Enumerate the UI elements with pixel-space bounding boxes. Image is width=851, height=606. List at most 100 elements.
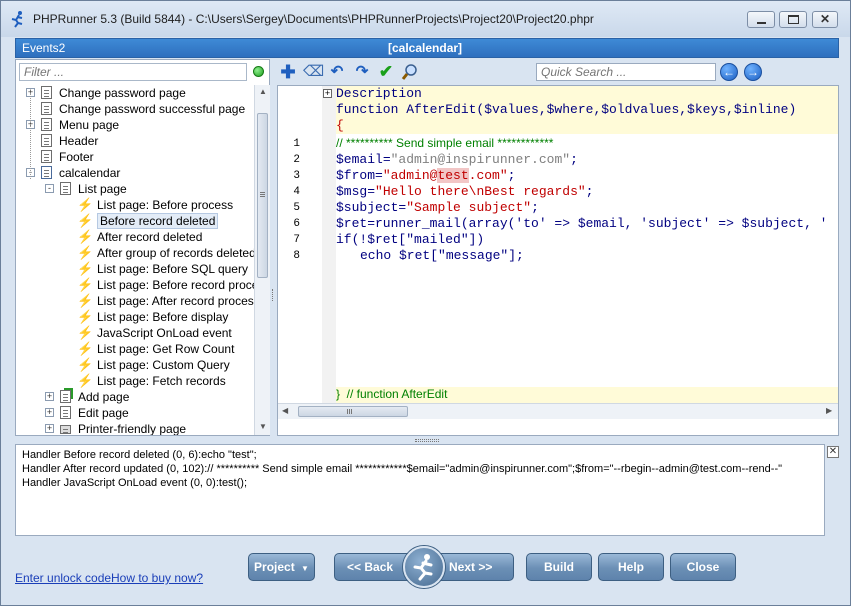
code-line-8: echo $ret["message"];	[360, 248, 524, 264]
scroll-left-icon[interactable]: ◀	[282, 406, 288, 415]
code-line-3: $from="admin@test.com";	[336, 168, 516, 183]
eraser-icon[interactable]: ⌫	[303, 63, 324, 81]
current-table-label: [calcalendar]	[388, 41, 463, 55]
search-next-icon[interactable]: →	[744, 63, 762, 81]
tree-item-label: After record deleted	[97, 230, 203, 244]
build-button[interactable]: Build	[526, 553, 592, 581]
code-string: "Sample subject"	[406, 200, 532, 215]
vertical-splitter[interactable]	[271, 59, 276, 436]
back-button[interactable]: << Back	[347, 554, 393, 580]
event-icon: ⚡	[77, 277, 94, 292]
open-brace-line: {	[336, 118, 344, 134]
output-log: Handler Before record deleted (0, 6):ech…	[15, 444, 825, 536]
page-icon	[41, 102, 52, 115]
tree-item-label: Change password successful page	[59, 102, 246, 116]
collapse-icon[interactable]: -	[45, 184, 54, 193]
add-page-icon	[60, 390, 71, 403]
run-icon[interactable]	[403, 546, 445, 588]
project-button[interactable]: Project ▼	[248, 553, 315, 581]
expand-description-icon[interactable]: +	[323, 89, 332, 98]
expand-icon[interactable]: +	[45, 392, 54, 401]
tree-item-label: JavaScript OnLoad event	[97, 326, 232, 340]
help-button[interactable]: Help	[598, 553, 664, 581]
event-icon: ⚡	[77, 197, 94, 212]
code-end: ;	[531, 200, 539, 215]
page-icon	[41, 150, 52, 163]
expand-icon[interactable]: +	[45, 424, 54, 433]
log-line: Handler After record updated (0, 102)://…	[22, 463, 783, 475]
tree-item-label: Add page	[78, 390, 130, 404]
maximize-button[interactable]	[779, 11, 807, 28]
filter-input[interactable]	[19, 63, 247, 81]
event-icon: ⚡	[77, 357, 94, 372]
table-icon	[41, 166, 52, 179]
find-icon[interactable]	[401, 63, 419, 81]
code-string: .com"	[468, 168, 508, 183]
redo-icon[interactable]: ↷	[353, 63, 371, 81]
scroll-right-icon[interactable]: ▶	[826, 406, 832, 415]
minimize-button[interactable]	[747, 11, 775, 28]
close-window-button[interactable]: ✕	[812, 11, 838, 28]
search-previous-icon[interactable]: ←	[720, 63, 738, 81]
code-text: $ret=runner_mail(array('to' => $email, '…	[336, 216, 828, 231]
tree-item-label: Before record deleted	[97, 213, 219, 229]
page-icon	[41, 134, 52, 147]
close-button[interactable]: Close	[670, 553, 736, 581]
editor-hscroll-thumb[interactable]	[298, 406, 408, 417]
phprunner-window: PHPRunner 5.3 (Build 5844) - C:\Users\Se…	[0, 0, 851, 606]
editor-toolbar: ✚ ⌫ ↶ ↷ ✔ ← →	[277, 59, 839, 85]
search-highlight: test	[437, 168, 469, 183]
project-button-label: Project	[254, 560, 295, 574]
quick-search-input[interactable]	[536, 63, 716, 81]
code-string: "admin@	[382, 168, 438, 183]
event-icon: ⚡	[77, 373, 94, 388]
next-button[interactable]: Next >>	[449, 554, 492, 580]
code-line-5: $subject="Sample subject";	[336, 200, 539, 215]
code-end: ;	[570, 152, 578, 167]
printer-icon	[60, 425, 71, 434]
event-icon: ⚡	[77, 261, 94, 276]
enter-unlock-code-link[interactable]: Enter unlock code	[15, 571, 111, 585]
code-comment: // ********** Send simple email ********…	[336, 136, 554, 150]
expand-icon[interactable]: +	[45, 408, 54, 417]
add-event-icon[interactable]: ✚	[279, 63, 297, 81]
minimize-icon	[757, 22, 766, 24]
page-icon	[41, 118, 52, 131]
tree-item-label: List page: Before display	[97, 310, 229, 324]
line-number: 6	[293, 218, 300, 230]
event-icon: ⚡	[77, 309, 94, 324]
log-close-button[interactable]: ✕	[827, 446, 839, 458]
signature-line: function AfterEdit($values,$where,$oldva…	[336, 102, 796, 118]
log-line: Handler Before record deleted (0, 6):ech…	[22, 449, 257, 461]
scroll-up-icon[interactable]: ▲	[259, 87, 267, 96]
tree-scroll-thumb[interactable]	[257, 113, 268, 278]
tree-item-label: List page: Before record processed	[97, 278, 254, 292]
tree-item-label: Printer-friendly page	[78, 422, 187, 435]
editor-hscrollbar[interactable]: ◀ ▶	[278, 403, 838, 419]
code-var: $from	[336, 168, 376, 183]
function-signature: function AfterEdit($values,$where,$oldva…	[336, 102, 797, 117]
code-line-6: $ret=runner_mail(array('to' => $email, '…	[336, 216, 827, 232]
tree-item-label: List page: Before process	[97, 198, 234, 212]
code-line-1: // ********** Send simple email ********…	[336, 136, 553, 152]
line-number: 4	[293, 186, 300, 198]
undo-icon[interactable]: ↶	[328, 63, 346, 81]
code-text: if(!$ret["mailed"])	[336, 232, 485, 247]
log-line: Handler JavaScript OnLoad event (0, 0):t…	[22, 477, 247, 489]
tree-item-label: Footer	[59, 150, 94, 164]
event-icon: ⚡	[77, 229, 94, 244]
code-line-7: if(!$ret["mailed"])	[336, 232, 484, 248]
check-syntax-icon[interactable]: ✔	[377, 63, 395, 81]
code-string: "Hello there\nBest regards"	[375, 184, 586, 199]
code-editor[interactable]: + Description function AfterEdit($values…	[277, 85, 839, 436]
line-number: 2	[293, 154, 300, 166]
tree-scrollbar[interactable]: ▲ ▼	[254, 85, 270, 435]
events-header-bar: Events2 [calcalendar]	[15, 38, 839, 58]
close-icon: ✕	[819, 12, 831, 26]
tree-connector	[30, 93, 31, 179]
scroll-down-icon[interactable]: ▼	[259, 422, 267, 431]
line-number: 3	[293, 170, 300, 182]
code-var: $subject	[336, 200, 399, 215]
events-tree-panel: + Change password page Change password suc…	[15, 59, 270, 436]
how-to-buy-link[interactable]: How to buy now?	[111, 571, 203, 585]
